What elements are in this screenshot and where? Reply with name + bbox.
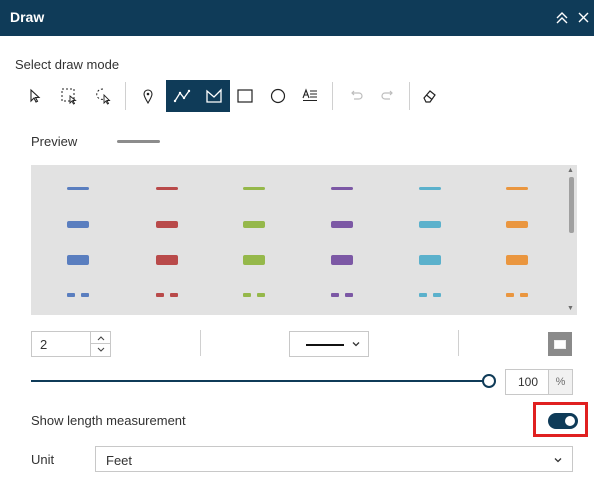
transparency-value: 100	[518, 375, 539, 389]
length-measurement-label: Show length measurement	[31, 413, 186, 428]
transparency-input[interactable]: 100 %	[505, 369, 573, 395]
decrement-button[interactable]	[91, 344, 110, 356]
rectangle-select-icon	[61, 88, 77, 105]
preview-label: Preview	[31, 134, 78, 149]
point-tool-button[interactable]	[132, 80, 164, 112]
panel-title: Draw	[10, 9, 45, 25]
dashed-line-swatch[interactable]	[506, 293, 514, 297]
gallery-scrollbar-thumb[interactable]	[569, 177, 574, 233]
fill-swatch-icon	[554, 339, 566, 349]
redo-button[interactable]	[372, 80, 404, 112]
line-symbol-swatch[interactable]	[67, 255, 89, 265]
divider	[458, 330, 459, 356]
dashed-line-swatch[interactable]	[243, 293, 251, 297]
rectangle-tool-button[interactable]	[229, 80, 261, 112]
panel-header: Draw	[0, 0, 594, 36]
draw-mode-title: Select draw mode	[15, 57, 120, 72]
length-measurement-toggle[interactable]	[548, 413, 578, 429]
chevron-down-icon	[554, 458, 562, 463]
line-symbol-swatch[interactable]	[506, 255, 528, 265]
line-symbol-swatch[interactable]	[506, 187, 528, 190]
line-symbol-swatch[interactable]	[506, 221, 528, 228]
polygon-tool-button[interactable]	[198, 80, 230, 112]
transparency-slider-handle[interactable]	[482, 374, 496, 388]
dashed-line-swatch[interactable]	[257, 293, 265, 297]
width-stepper[interactable]	[90, 332, 110, 356]
line-symbol-swatch[interactable]	[243, 221, 265, 228]
unit-selected-value: Feet	[106, 453, 133, 468]
chevron-down-icon	[97, 347, 104, 352]
width-value: 2	[40, 337, 48, 352]
close-icon	[578, 12, 589, 23]
line-symbol-swatch[interactable]	[67, 187, 89, 190]
divider	[200, 330, 201, 356]
symbol-gallery	[31, 165, 577, 315]
dashed-line-swatch[interactable]	[433, 293, 441, 297]
select-tool-button[interactable]	[19, 80, 51, 112]
undo-button[interactable]	[340, 80, 372, 112]
cursor-icon	[30, 88, 41, 103]
transparency-slider-track[interactable]	[31, 380, 489, 382]
unit-label: Unit	[31, 452, 55, 467]
line-symbol-swatch[interactable]	[331, 255, 353, 265]
scroll-down-arrow[interactable]: ▼	[567, 305, 574, 312]
line-symbol-swatch[interactable]	[419, 221, 441, 228]
line-symbol-swatch[interactable]	[243, 255, 265, 265]
dashed-line-swatch[interactable]	[156, 293, 164, 297]
rectangle-select-button[interactable]	[53, 80, 85, 112]
line-symbol-swatch[interactable]	[67, 221, 89, 228]
polyline-icon	[173, 89, 191, 103]
undo-icon	[351, 90, 363, 100]
dashed-line-swatch[interactable]	[81, 293, 89, 297]
collapse-button[interactable]	[552, 8, 572, 28]
line-symbol-swatch[interactable]	[331, 221, 353, 228]
solid-line-sample	[306, 344, 344, 346]
eraser-icon	[423, 90, 436, 103]
lasso-select-icon	[96, 88, 111, 105]
clear-button[interactable]	[413, 80, 445, 112]
line-symbol-swatch[interactable]	[156, 187, 178, 190]
unit-select[interactable]: Feet	[95, 446, 573, 472]
close-button[interactable]	[574, 8, 594, 28]
line-symbol-swatch[interactable]	[156, 221, 178, 228]
fill-style-button[interactable]	[548, 332, 572, 356]
text-icon	[302, 88, 317, 102]
toolbar-divider	[332, 82, 333, 110]
line-symbol-swatch[interactable]	[156, 255, 178, 265]
chevron-up-icon	[97, 335, 104, 340]
dashed-line-swatch[interactable]	[419, 293, 427, 297]
polyline-tool-button[interactable]	[166, 80, 198, 112]
text-tool-button[interactable]	[294, 80, 326, 112]
percent-unit: %	[548, 370, 572, 394]
toolbar-divider	[125, 82, 126, 110]
chevron-down-icon	[352, 342, 360, 347]
line-symbol-swatch[interactable]	[419, 255, 441, 265]
circle-icon	[270, 88, 286, 104]
lasso-select-button[interactable]	[87, 80, 119, 112]
line-style-select[interactable]	[289, 331, 369, 357]
dashed-line-swatch[interactable]	[331, 293, 339, 297]
preview-line	[117, 140, 160, 143]
dashed-line-swatch[interactable]	[345, 293, 353, 297]
redo-icon	[381, 90, 393, 100]
double-chevron-up-icon	[556, 12, 568, 24]
dashed-line-swatch[interactable]	[520, 293, 528, 297]
circle-tool-button[interactable]	[262, 80, 294, 112]
toolbar-divider	[409, 82, 410, 110]
increment-button[interactable]	[91, 332, 110, 344]
line-symbol-swatch[interactable]	[331, 187, 353, 190]
map-pin-icon	[143, 89, 153, 104]
scroll-up-arrow[interactable]: ▲	[567, 167, 574, 174]
width-input[interactable]: 2	[31, 331, 111, 357]
line-symbol-swatch[interactable]	[419, 187, 441, 190]
line-symbol-swatch[interactable]	[243, 187, 265, 190]
dashed-line-swatch[interactable]	[67, 293, 75, 297]
toggle-knob	[565, 416, 575, 426]
dashed-line-swatch[interactable]	[170, 293, 178, 297]
polygon-icon	[206, 88, 222, 103]
rectangle-icon	[237, 89, 253, 103]
